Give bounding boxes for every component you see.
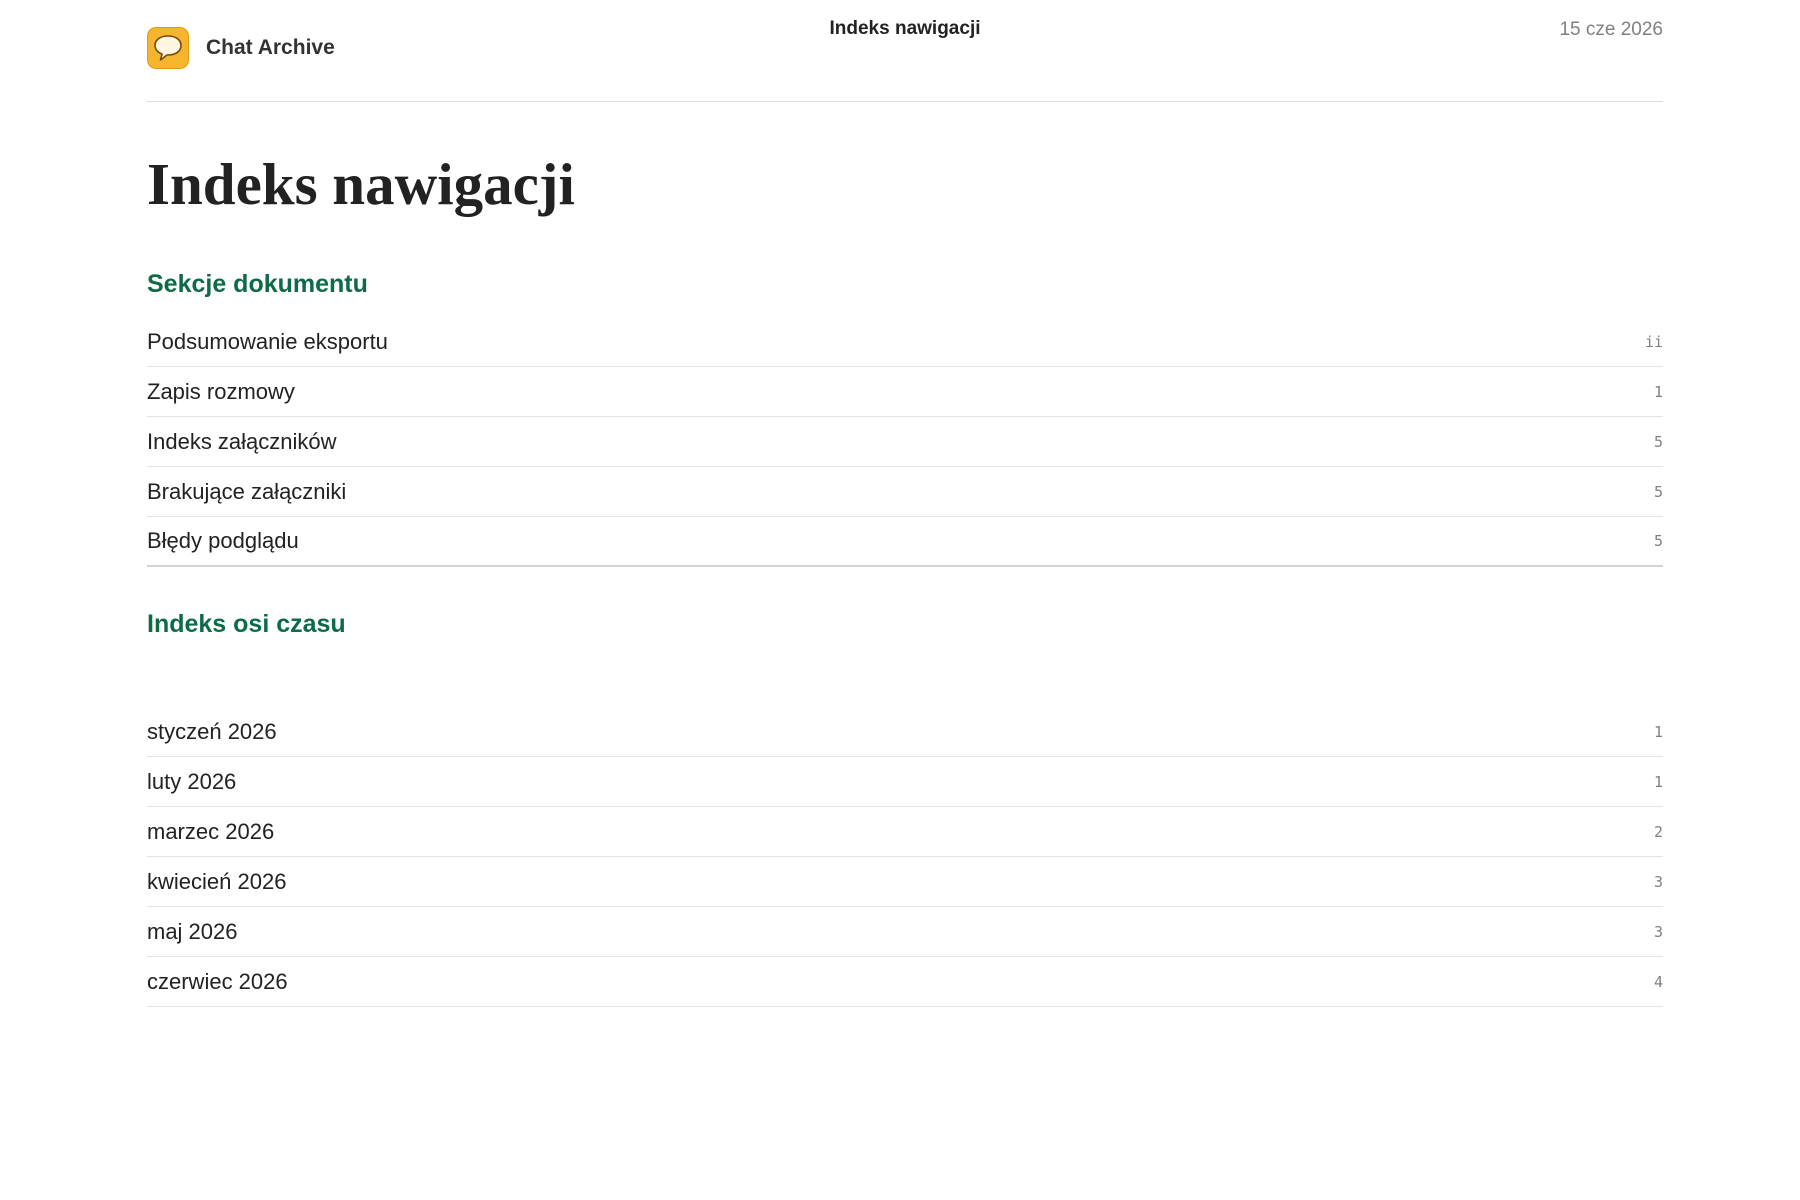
toc-row[interactable]: maj 2026 3 <box>147 907 1663 957</box>
toc-entry-label[interactable]: czerwiec 2026 <box>147 969 288 995</box>
toc-page-number: 3 <box>1653 922 1663 941</box>
toc-page-number: 5 <box>1653 532 1663 550</box>
toc-entry-label[interactable]: marzec 2026 <box>147 819 274 845</box>
toc-entry-label[interactable]: Indeks załączników <box>147 429 337 455</box>
toc-page-number: 1 <box>1653 382 1663 401</box>
toc-entry-label[interactable]: styczeń 2026 <box>147 719 277 745</box>
page-title: Indeks nawigacji <box>147 151 575 217</box>
toc-row[interactable]: Podsumowanie eksportu ii <box>147 317 1663 367</box>
header-title: Indeks nawigacji <box>829 18 981 39</box>
sections-heading: Sekcje dokumentu <box>147 270 368 298</box>
timeline-heading: Indeks osi czasu <box>147 610 346 638</box>
toc-row[interactable]: kwiecień 2026 3 <box>147 857 1663 907</box>
toc-row[interactable]: marzec 2026 2 <box>147 807 1663 857</box>
toc-page-number: ii <box>1644 332 1663 351</box>
toc-page-number: 1 <box>1653 722 1663 741</box>
sections-list: Podsumowanie eksportu ii Zapis rozmowy 1… <box>147 317 1663 567</box>
header-date: 15 cze 2026 <box>1559 19 1663 40</box>
toc-page-number: 2 <box>1653 822 1663 841</box>
document-page: Chat Archive Indeks nawigacji 15 cze 202… <box>147 0 1663 1007</box>
toc-entry-label[interactable]: Brakujące załączniki <box>147 479 346 505</box>
toc-row[interactable]: styczeń 2026 1 <box>147 707 1663 757</box>
toc-row[interactable]: Indeks załączników 5 <box>147 417 1663 467</box>
toc-entry-label[interactable]: luty 2026 <box>147 769 236 795</box>
toc-row[interactable]: czerwiec 2026 4 <box>147 957 1663 1007</box>
toc-entry-label[interactable]: Podsumowanie eksportu <box>147 329 388 355</box>
page-header: Chat Archive Indeks nawigacji 15 cze 202… <box>147 0 1663 102</box>
toc-row[interactable]: Błędy podglądu 5 <box>147 517 1663 567</box>
toc-page-number: 4 <box>1653 972 1663 991</box>
toc-entry-label[interactable]: kwiecień 2026 <box>147 869 286 895</box>
toc-page-number: 1 <box>1653 772 1663 791</box>
toc-entry-label[interactable]: Błędy podglądu <box>147 528 299 554</box>
toc-entry-label[interactable]: maj 2026 <box>147 919 238 945</box>
toc-row[interactable]: Zapis rozmowy 1 <box>147 367 1663 417</box>
toc-page-number: 5 <box>1653 482 1663 501</box>
toc-page-number: 5 <box>1653 432 1663 451</box>
toc-row[interactable]: luty 2026 1 <box>147 757 1663 807</box>
timeline-list: styczeń 2026 1 luty 2026 1 marzec 2026 2… <box>147 707 1663 1007</box>
toc-row[interactable]: Brakujące załączniki 5 <box>147 467 1663 517</box>
toc-entry-label[interactable]: Zapis rozmowy <box>147 379 295 405</box>
toc-page-number: 3 <box>1653 872 1663 891</box>
